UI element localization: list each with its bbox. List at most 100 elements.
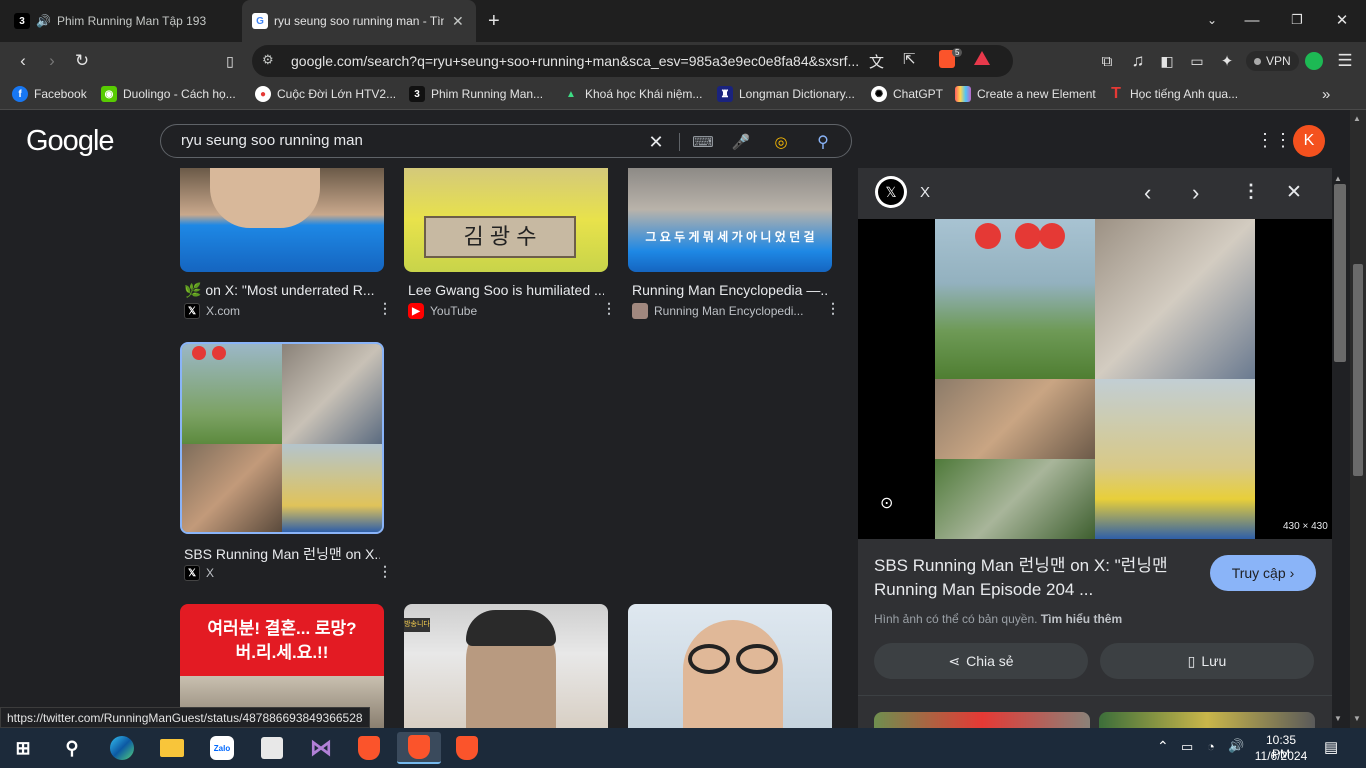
lens-search-icon[interactable]: ⊙ <box>880 493 902 515</box>
visit-button[interactable]: Truy cập › <box>1210 555 1316 591</box>
result-thumbnail[interactable]: 방송니다 <box>404 604 608 728</box>
learn-more-link[interactable]: Tìm hiểu thêm <box>1041 612 1122 626</box>
menu-icon[interactable]: ☰ <box>1334 50 1356 72</box>
result-source[interactable]: 𝕏 X.com <box>184 303 240 319</box>
store-icon[interactable] <box>253 732 291 764</box>
clock-date[interactable]: 11/6/2024 <box>1252 749 1310 763</box>
related-image-thumbnail[interactable] <box>874 712 1090 728</box>
extensions-icon[interactable]: ⧉ <box>1096 50 1118 72</box>
battery-icon[interactable]: ▭ <box>1181 739 1193 755</box>
profile-avatar-icon[interactable] <box>1305 52 1323 70</box>
result-source[interactable]: ▶ YouTube <box>408 303 477 319</box>
brave-icon[interactable] <box>350 732 388 764</box>
result-thumbnail[interactable] <box>628 604 832 728</box>
more-options-icon[interactable]: ⋮ <box>1242 181 1260 202</box>
windows-start-icon[interactable]: ⊞ <box>4 732 42 764</box>
bookmark-facebook[interactable]: f Facebook <box>12 86 87 102</box>
volume-icon[interactable]: 🔊 <box>1228 738 1244 754</box>
site-logo[interactable]: 𝕏 <box>875 176 907 208</box>
bookmark-duolingo[interactable]: ◉ Duolingo - Cách họ... <box>101 86 236 102</box>
scroll-up-arrow-icon[interactable]: ▲ <box>1353 114 1361 123</box>
save-button[interactable]: ▯ Lưu <box>1100 643 1314 679</box>
search-input[interactable] <box>181 132 621 149</box>
preview-title[interactable]: SBS Running Man 런닝맨 on X: "런닝맨 Running M… <box>874 554 1194 602</box>
more-options-icon[interactable]: ⋮ <box>602 300 616 317</box>
result-source[interactable]: 𝕏X <box>184 565 214 581</box>
brave-second-icon[interactable] <box>448 732 486 764</box>
tab-google-search[interactable]: G ryu seung soo running man - Tìm trên G… <box>242 0 476 42</box>
bookmark-phim[interactable]: 3 Phim Running Man... <box>409 86 543 102</box>
leo-ai-icon[interactable]: ✦ <box>1216 50 1238 72</box>
more-options-icon[interactable]: ⋮ <box>378 300 392 317</box>
wallet-icon[interactable]: ▭ <box>1186 50 1208 72</box>
bookmark-hoc-tieng-anh[interactable]: T Học tiếng Anh qua... <box>1108 85 1238 102</box>
scroll-down-arrow-icon[interactable]: ▼ <box>1334 714 1342 723</box>
tab-phim[interactable]: 3 🔊 Phim Running Man Tập 193 Vietsub <box>4 0 240 42</box>
back-icon[interactable]: ‹ <box>12 50 34 72</box>
speaker-icon[interactable]: 🔊 <box>36 14 51 28</box>
bookmark-longman[interactable]: ♜ Longman Dictionary... <box>717 86 855 102</box>
result-title[interactable]: Lee Gwang Soo is humiliated ... <box>408 282 604 298</box>
share-button[interactable]: ⋖ Chia sẻ <box>874 643 1088 679</box>
bookmark-chatgpt[interactable]: ✺ ChatGPT <box>871 86 943 102</box>
edge-icon[interactable] <box>103 732 141 764</box>
zalo-icon[interactable]: Zalo <box>203 732 241 764</box>
apps-grid-icon[interactable]: ⋮⋮ <box>1256 130 1292 151</box>
tray-overflow-icon[interactable]: ⌃ <box>1157 738 1169 755</box>
preview-image-area[interactable]: ⊙ 430 × 430 <box>858 219 1332 539</box>
notifications-icon[interactable]: ▤ <box>1324 738 1338 756</box>
more-bookmarks-icon[interactable]: » <box>1322 86 1330 103</box>
clear-search-icon[interactable]: ✕ <box>645 131 667 153</box>
bookmark-element[interactable]: Create a new Element <box>955 86 1096 102</box>
minimize-button[interactable]: — <box>1230 0 1274 40</box>
bookmark-icon[interactable]: ▯ <box>219 50 241 72</box>
wifi-icon[interactable]: ◔ <box>1207 739 1215 754</box>
panel-scrollbar[interactable]: ▲ ▼ <box>1332 168 1348 728</box>
result-title[interactable]: 🌿 on X: "Most underrated R... <box>184 282 380 299</box>
result-title[interactable]: SBS Running Man 런닝맨 on X... <box>184 544 380 564</box>
bookmark-khoa-hoc[interactable]: ▲ Khoá học Khái niệm... <box>563 86 702 102</box>
sidebar-icon[interactable]: ◧ <box>1156 50 1178 72</box>
result-title[interactable]: Running Man Encyclopedia —... <box>632 282 828 298</box>
previous-image-icon[interactable]: ‹ <box>1144 180 1151 206</box>
close-window-button[interactable]: ✕ <box>1320 0 1364 40</box>
url-text[interactable]: google.com/search?q=ryu+seung+soo+runnin… <box>291 53 861 69</box>
brave-rewards-icon[interactable] <box>974 51 990 65</box>
site-name[interactable]: X <box>920 184 930 201</box>
address-bar[interactable]: ⚙ google.com/search?q=ryu+seung+soo+runn… <box>252 45 1013 77</box>
search-icon[interactable]: ⚲ <box>812 131 834 153</box>
close-panel-icon[interactable]: ✕ <box>1286 181 1302 204</box>
page-scrollbar[interactable]: ▲ ▼ <box>1350 110 1366 728</box>
file-explorer-icon[interactable] <box>153 732 191 764</box>
google-lens-icon[interactable]: ◎ <box>770 131 792 153</box>
search-icon[interactable]: ⚲ <box>53 732 91 764</box>
selected-result-thumbnail[interactable] <box>180 342 384 534</box>
keyboard-icon[interactable]: ⌨ <box>692 131 714 153</box>
microphone-icon[interactable]: 🎤 <box>730 131 752 153</box>
related-image-thumbnail[interactable] <box>1099 712 1315 728</box>
maximize-button[interactable]: ❐ <box>1275 0 1319 40</box>
brave-active-icon[interactable] <box>397 732 441 764</box>
result-thumbnail[interactable]: 그 요 두 게 뭐 세 가 아 니 었 던 걸 <box>628 168 832 272</box>
tab-search-chevron-icon[interactable]: ⌄ <box>1190 0 1234 40</box>
media-icon[interactable]: ♫ <box>1127 50 1149 72</box>
account-avatar[interactable]: K <box>1293 125 1325 157</box>
scroll-down-arrow-icon[interactable]: ▼ <box>1353 714 1361 723</box>
site-info-icon[interactable]: ⚙ <box>262 52 274 68</box>
scroll-thumb[interactable] <box>1334 184 1346 362</box>
visual-studio-icon[interactable]: ⋈ <box>302 732 340 764</box>
more-options-icon[interactable]: ⋮ <box>378 563 392 580</box>
more-options-icon[interactable]: ⋮ <box>826 300 840 317</box>
share-icon[interactable]: ⇱ <box>903 50 916 68</box>
new-tab-button[interactable]: + <box>488 10 500 33</box>
reload-icon[interactable]: ↻ <box>71 50 93 72</box>
bookmark-htv[interactable]: ● Cuộc Đời Lớn HTV2... <box>255 86 396 102</box>
vpn-button[interactable]: VPN <box>1246 51 1299 71</box>
scroll-thumb[interactable] <box>1353 264 1363 476</box>
next-image-icon[interactable]: › <box>1192 180 1199 206</box>
google-logo[interactable]: Google <box>26 125 115 158</box>
result-thumbnail[interactable]: 김 광 수 <box>404 168 608 272</box>
search-box[interactable]: ✕ ⌨ 🎤 ◎ ⚲ <box>160 124 852 158</box>
result-source[interactable]: Running Man Encyclopedi... <box>632 303 803 319</box>
translate-icon[interactable]: 文 <box>869 51 884 72</box>
